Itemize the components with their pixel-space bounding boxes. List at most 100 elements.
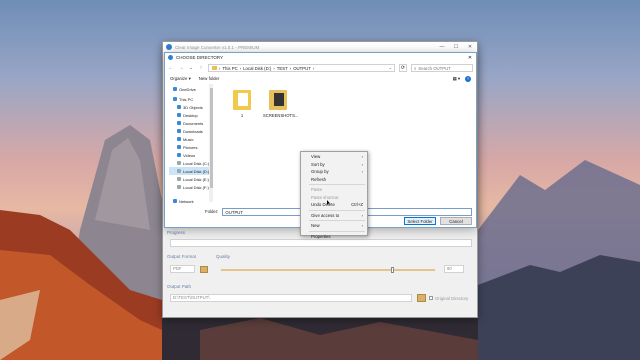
- search-box[interactable]: ⌕ Search OUTPUT: [411, 64, 473, 72]
- original-directory-checkbox[interactable]: [429, 296, 433, 300]
- menu-item-label: Paste shortcut: [311, 194, 339, 200]
- quality-slider-track[interactable]: [221, 269, 435, 271]
- nav-item[interactable]: OneDrive: [169, 85, 213, 93]
- nav-item[interactable]: Desktop: [169, 111, 213, 119]
- nav-item-label: 3D Objects: [183, 104, 203, 110]
- quality-value-field[interactable]: 80: [444, 265, 464, 273]
- scrollbar-thumb[interactable]: [209, 88, 213, 188]
- close-button[interactable]: ✕: [463, 44, 477, 50]
- organize-menu[interactable]: Organize ▾: [170, 76, 191, 82]
- minimize-button[interactable]: —: [435, 44, 449, 50]
- command-bar: Organize ▾ New folder ▦ ▾ ?: [165, 74, 476, 83]
- folder-item[interactable]: 1: [227, 90, 257, 118]
- folder-icon: [177, 121, 181, 125]
- format-select[interactable]: PDF: [170, 265, 195, 273]
- quality-value: 80: [447, 266, 452, 271]
- search-placeholder: Search OUTPUT: [418, 65, 451, 71]
- command-bar-right: ▦ ▾ ?: [453, 75, 471, 82]
- format-value: PDF: [173, 266, 182, 271]
- nav-item[interactable]: Local Disk (D:): [169, 167, 213, 175]
- dialog-buttons: Select Folder Cancel: [404, 217, 472, 225]
- maximize-button[interactable]: ☐: [449, 44, 463, 50]
- nav-item[interactable]: Network: [169, 197, 213, 205]
- quality-label: Quality: [216, 254, 231, 259]
- app-titlebar: Clear Image Converter v1.0.1 - PREMIUM —…: [163, 42, 477, 52]
- nav-item-label: Network: [179, 198, 194, 204]
- format-color-swatch[interactable]: [200, 266, 208, 273]
- nav-item[interactable]: This PC: [169, 95, 213, 103]
- nav-item[interactable]: 3D Objects: [169, 103, 213, 111]
- dialog-close-button[interactable]: ✕: [464, 55, 476, 61]
- menu-item-label: Give access to: [311, 212, 340, 218]
- nav-item-label: Pictures: [183, 144, 198, 150]
- context-menu-item[interactable]: Properties: [301, 233, 367, 241]
- menu-item-label: Sort by: [311, 161, 325, 167]
- recent-locations-dropdown[interactable]: ⌄: [188, 65, 194, 71]
- nav-item[interactable]: Music: [169, 135, 213, 143]
- context-menu-item[interactable]: Sort by ›: [301, 161, 367, 169]
- menu-separator: [309, 220, 365, 221]
- refresh-button[interactable]: ⟳: [399, 64, 407, 72]
- nav-item[interactable]: Downloads: [169, 127, 213, 135]
- nav-item[interactable]: Local Disk (F:): [169, 183, 213, 191]
- menu-item-label: New: [311, 223, 320, 229]
- breadcrumb-sep: ›: [312, 65, 315, 71]
- output-format-label: Output Format: [167, 254, 197, 259]
- context-menu-item[interactable]: Give access to ›: [301, 212, 367, 220]
- folder-icon: [177, 105, 181, 109]
- quality-slider-knob[interactable]: [390, 267, 394, 273]
- breadcrumb-local-disk-d[interactable]: Local Disk (D:): [243, 66, 271, 71]
- drive-icon: [177, 169, 181, 173]
- select-folder-button[interactable]: Select Folder: [404, 217, 436, 225]
- submenu-arrow-icon: ›: [361, 223, 363, 229]
- context-menu-item[interactable]: Undo Delete Ctrl+Z: [301, 201, 367, 209]
- output-path-field[interactable]: D:\TEST\OUTPUT\: [170, 294, 412, 302]
- breadcrumb-sep: ›: [219, 65, 221, 71]
- cancel-button[interactable]: Cancel: [440, 217, 472, 225]
- menu-separator: [309, 209, 365, 211]
- nav-item[interactable]: Documents: [169, 119, 213, 127]
- back-button[interactable]: ←: [168, 65, 174, 71]
- menu-separator: [309, 184, 365, 185]
- breadcrumb-this-pc[interactable]: This PC: [222, 66, 237, 71]
- drive-icon: [177, 177, 181, 181]
- nav-item-label: Music: [183, 136, 194, 142]
- folder-item[interactable]: SCREENSHOTS...: [263, 90, 298, 118]
- nav-item[interactable]: Videos: [169, 151, 213, 159]
- context-menu-item[interactable]: View ›: [301, 153, 367, 161]
- dialog-title: CHOOSE DIRECTORY: [176, 55, 224, 60]
- folder-icon: [177, 137, 181, 141]
- help-icon[interactable]: ?: [465, 75, 471, 82]
- app-title: Clear Image Converter v1.0.1 - PREMIUM: [175, 44, 260, 50]
- window-controls: — ☐ ✕: [435, 44, 477, 50]
- folder-icon: [177, 145, 181, 149]
- new-folder-button[interactable]: New folder: [199, 76, 220, 81]
- breadcrumb-test[interactable]: TEST: [277, 66, 288, 71]
- forward-button[interactable]: →: [178, 65, 184, 71]
- nav-item-label: Local Disk (C:): [183, 160, 210, 166]
- menu-item-label: Properties: [311, 233, 331, 239]
- context-menu: View › Sort by › Group by › Refresh Paste Paste …: [300, 151, 368, 239]
- menu-separator: [309, 230, 365, 232]
- context-menu-item[interactable]: Group by ›: [301, 168, 367, 176]
- navigation-scrollbar[interactable]: [209, 84, 213, 202]
- browse-folder-button[interactable]: [417, 294, 426, 302]
- up-button[interactable]: ↑: [198, 65, 204, 71]
- dialog-app-icon: [168, 55, 173, 60]
- view-options-icon[interactable]: ▦ ▾: [453, 76, 460, 82]
- menu-item-shortcut: Ctrl+Z: [351, 202, 363, 208]
- nav-item-label: Desktop: [183, 112, 198, 118]
- nav-item[interactable]: Pictures: [169, 143, 213, 151]
- address-dropdown-icon[interactable]: ⌄: [388, 65, 392, 71]
- breadcrumb-output[interactable]: OUTPUT: [293, 66, 311, 71]
- nav-item[interactable]: Local Disk (E:): [169, 175, 213, 183]
- submenu-arrow-icon: ›: [361, 154, 363, 160]
- context-menu-item[interactable]: Refresh: [301, 176, 367, 184]
- nav-item[interactable]: Local Disk (C:): [169, 159, 213, 167]
- drive-icon: [177, 161, 181, 165]
- folder-icon: [269, 90, 287, 110]
- navigation-pane: OneDrive This PC 3D Objects Desktop Document…: [169, 85, 213, 205]
- context-menu-item[interactable]: New ›: [301, 222, 367, 230]
- menu-item-label: Group by: [311, 169, 329, 175]
- address-bar[interactable]: › This PC › Local Disk (D:) › TEST › OUT…: [208, 64, 395, 72]
